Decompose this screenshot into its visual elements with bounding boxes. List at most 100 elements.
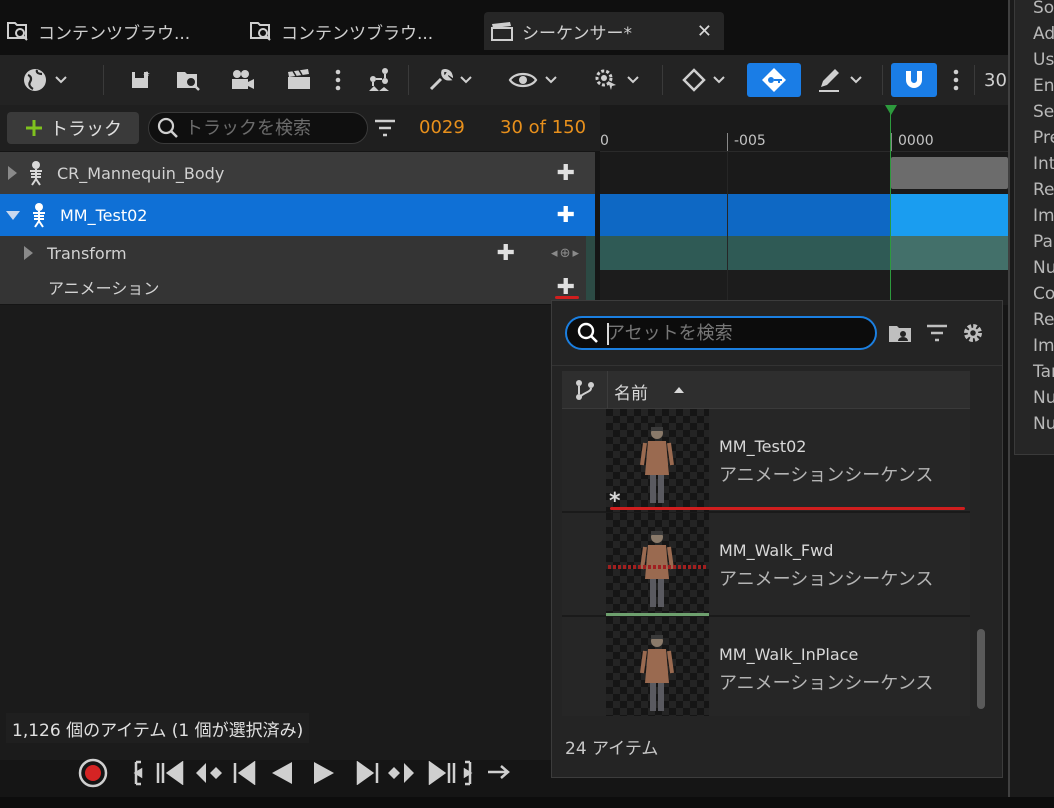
auto-key-toggle[interactable] xyxy=(747,63,801,97)
details-property-label: Sou xyxy=(1033,0,1054,18)
key-diamond-icon xyxy=(762,68,786,92)
frame-range: 30 of 150 xyxy=(500,117,587,138)
key-interpolation-button[interactable] xyxy=(676,63,732,97)
filter-button[interactable] xyxy=(373,117,397,139)
key-navigation-icon[interactable]: ◂⊕▸ xyxy=(551,246,581,261)
chevron-down-icon xyxy=(627,76,639,84)
arrow-right-icon xyxy=(488,765,510,779)
section-mm-test02[interactable] xyxy=(891,194,1008,236)
asset-picker-popup: 名前 * MM_Test02 アニメーションシーケンス MM_Walk_Fwd … xyxy=(551,300,1003,778)
clapper-icon xyxy=(490,20,514,42)
play-reverse-icon xyxy=(272,762,292,784)
picker-toolbar xyxy=(887,321,985,345)
asset-item-mm-test02[interactable]: * MM_Test02 アニメーションシーケンス xyxy=(562,409,970,514)
record-icon xyxy=(78,758,108,788)
gear-cursor-icon xyxy=(595,69,616,90)
tab-sequencer[interactable]: シーケンサー* ✕ xyxy=(484,12,724,50)
jump-to-previous-key-button[interactable] xyxy=(156,761,190,785)
wrench-icon xyxy=(429,69,453,91)
asset-name: MM_Walk_InPlace xyxy=(719,645,859,664)
current-frame[interactable]: 0029 xyxy=(419,117,465,138)
track-row-mm-test02[interactable]: MM_Test02 ✚ xyxy=(0,194,595,236)
tab-content-browser-1[interactable]: コンテンツブラウ... xyxy=(0,12,240,50)
tools-menu-button[interactable] xyxy=(422,63,478,97)
skeleton-icon xyxy=(33,203,45,228)
camera-button[interactable] xyxy=(226,63,260,97)
plus-icon xyxy=(26,120,42,136)
asset-list-scrollbar[interactable] xyxy=(977,629,985,709)
expand-arrow-icon[interactable] xyxy=(8,166,17,180)
details-property-list: Sou Adc Use Ena Sec Pre Inte Ret Imp Par Nur Cor Ret… xyxy=(1014,0,1054,455)
jump-to-start-button[interactable] xyxy=(132,760,144,786)
details-property-label: Nur xyxy=(1033,414,1054,434)
render-movie-button[interactable] xyxy=(282,63,316,97)
tab-content-browser-2[interactable]: コンテンツブラウ... xyxy=(243,12,483,50)
add-icon[interactable]: ✚ xyxy=(497,241,515,266)
section-transform[interactable] xyxy=(891,236,1008,270)
name-column-header[interactable]: 名前 xyxy=(614,379,648,404)
range-start-icon xyxy=(133,760,143,786)
add-icon[interactable]: ✚ xyxy=(557,203,575,228)
details-property-label: Ret xyxy=(1033,180,1054,200)
play-icon xyxy=(314,762,334,784)
playhead[interactable] xyxy=(890,105,891,305)
source-control-column[interactable] xyxy=(562,371,608,409)
asset-search-input[interactable] xyxy=(607,322,857,344)
more-options-button[interactable] xyxy=(328,63,348,97)
add-track-button[interactable]: トラック xyxy=(7,112,139,144)
expand-arrow-icon[interactable] xyxy=(24,246,33,260)
section-cr-mannequin-body[interactable] xyxy=(891,157,1008,189)
tick-label: 0000 xyxy=(898,133,934,149)
play-button[interactable] xyxy=(312,760,336,786)
time-ruler[interactable]: 0 -005 0000 xyxy=(600,105,1008,152)
track-row-transform[interactable]: Transform ✚ ◂⊕▸ xyxy=(0,236,595,270)
jump-to-end-button[interactable] xyxy=(462,760,474,786)
annotation-underline xyxy=(555,296,579,299)
world-menu-button[interactable] xyxy=(14,63,76,97)
hierarchy-button[interactable] xyxy=(362,63,396,97)
asset-column-header: 名前 xyxy=(562,371,970,409)
track-header: トラック 0029 30 of 150 xyxy=(0,105,600,151)
step-forward-button[interactable] xyxy=(354,761,380,785)
details-property-label: Ret xyxy=(1033,310,1054,330)
edit-mode-button[interactable] xyxy=(812,63,868,97)
track-row-cr-mannequin-body[interactable]: CR_Mannequin_Body ✚ xyxy=(0,152,595,194)
details-property-label: Imp xyxy=(1033,336,1054,356)
snap-toggle[interactable] xyxy=(891,63,937,97)
details-property-label: Adc xyxy=(1033,24,1054,44)
character-figure-icon xyxy=(640,531,674,607)
snap-options-button[interactable] xyxy=(946,63,966,97)
asset-list[interactable]: * MM_Test02 アニメーションシーケンス MM_Walk_Fwd アニメ… xyxy=(562,409,970,716)
play-reverse-button[interactable] xyxy=(270,760,294,786)
loop-mode-button[interactable] xyxy=(486,762,512,782)
find-in-content-browser-button[interactable] xyxy=(172,63,206,97)
close-icon[interactable]: ✕ xyxy=(697,21,712,42)
track-search-box[interactable] xyxy=(148,112,368,144)
playback-options-button[interactable] xyxy=(588,63,644,97)
asset-item-mm-walk-fwd[interactable]: MM_Walk_Fwd アニメーションシーケンス xyxy=(562,513,970,616)
track-row-animation[interactable]: アニメーション ✚ xyxy=(0,270,595,304)
track-label: Transform xyxy=(47,243,127,263)
track-search-input[interactable] xyxy=(185,117,365,139)
record-button[interactable] xyxy=(78,758,108,788)
playhead-handle[interactable] xyxy=(885,105,897,115)
step-back-button[interactable] xyxy=(232,761,258,785)
add-icon[interactable]: ✚ xyxy=(557,161,575,186)
tick-label: 0 xyxy=(600,133,609,149)
next-keyframe-button[interactable] xyxy=(386,761,416,785)
grid-line xyxy=(727,152,728,305)
save-button[interactable] xyxy=(124,63,158,97)
asset-search-box[interactable] xyxy=(565,316,877,350)
previous-keyframe-button[interactable] xyxy=(194,761,224,785)
details-property-label: Use xyxy=(1033,50,1054,70)
asset-thumbnail xyxy=(606,617,709,716)
view-options-button[interactable] xyxy=(504,63,562,97)
jump-to-next-key-button[interactable] xyxy=(422,761,456,785)
sort-ascending-icon[interactable] xyxy=(674,387,684,393)
collapse-arrow-icon[interactable] xyxy=(6,210,20,220)
asset-item-mm-walk-inplace[interactable]: MM_Walk_InPlace アニメーションシーケンス xyxy=(562,617,970,716)
range-end-icon xyxy=(463,760,473,786)
content-browser-icon xyxy=(249,20,273,42)
frame-rate-button[interactable]: 30 xyxy=(984,63,1008,97)
timeline[interactable]: 0 -005 0000 xyxy=(600,105,1008,305)
